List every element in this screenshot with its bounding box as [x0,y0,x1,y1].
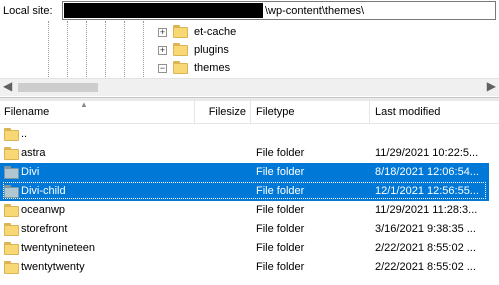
tree-guide-line [105,21,106,77]
scroll-thumb[interactable] [18,83,98,92]
tree-guide-line [67,21,68,77]
file-modified: 11/29/2021 10:22:5... [375,147,479,159]
folder-icon [4,166,19,179]
column-header-filename[interactable]: Filename [4,101,194,123]
file-list-header: ▲ Filename Filesize Filetype Last modifi… [0,100,499,124]
column-header-filetype[interactable]: Filetype [256,101,368,123]
table-row[interactable]: astra File folder 11/29/2021 10:22:5... [0,144,499,163]
file-type: File folder [256,242,305,254]
folder-icon [4,185,19,198]
tree-guide-line [143,21,144,77]
folder-icon [173,61,188,74]
tree-item-label: et-cache [194,26,237,38]
file-modified: 11/29/2021 11:28:3... [375,204,478,216]
folder-icon [4,223,19,236]
expand-icon[interactable]: + [158,28,167,37]
folder-icon [4,261,19,274]
table-row[interactable]: .. [0,125,499,144]
file-type: File folder [256,185,305,197]
file-name: Divi [21,166,40,178]
tree-item-label: plugins [194,44,229,56]
file-name: Divi-child [21,185,66,197]
folder-icon [4,147,19,160]
expand-icon[interactable]: + [158,46,167,55]
file-type: File folder [256,204,305,216]
file-modified: 12/1/2021 12:56:55... [375,185,479,197]
column-header-filesize[interactable]: Filesize [196,101,246,123]
scroll-right-arrow-icon[interactable]: ▶ [487,79,496,93]
file-name: astra [21,147,46,159]
tree-guide-line [124,21,125,77]
tree-guide-line [48,21,49,77]
tree-item-label: themes [194,62,231,74]
file-name: twentynineteen [21,242,95,254]
table-row[interactable]: oceanwp File folder 11/29/2021 11:28:3..… [0,201,499,220]
local-site-panel: Local site: \wp-content\themes\ + et-cac… [0,0,499,97]
folder-icon [4,128,19,141]
column-divider[interactable] [250,101,251,123]
table-row-selected[interactable]: Divi-child File folder 12/1/2021 12:56:5… [0,182,499,201]
table-row[interactable]: storefront File folder 3/16/2021 9:38:35… [0,220,499,239]
column-divider[interactable] [369,101,370,123]
column-divider[interactable] [194,101,195,123]
file-modified: 2/22/2021 8:55:02 ... [375,242,476,254]
file-modified: 3/16/2021 9:38:35 ... [375,223,476,235]
file-name: oceanwp [21,204,66,216]
table-row-selected[interactable]: Divi File folder 8/18/2021 12:06:54... [0,163,499,182]
table-row[interactable]: twentytwenty File folder 2/22/2021 8:55:… [0,258,499,277]
redacted-path-segment [64,3,263,18]
table-row[interactable]: twentynineteen File folder 2/22/2021 8:5… [0,239,499,258]
file-modified: 8/18/2021 12:06:54... [375,166,479,178]
local-site-path-input[interactable]: \wp-content\themes\ [62,1,496,20]
file-type: File folder [256,223,305,235]
tree-guide-line [86,21,87,77]
folder-icon [4,242,19,255]
folder-icon [4,204,19,217]
file-type: File folder [256,166,305,178]
folder-icon [173,25,188,38]
file-type: File folder [256,147,305,159]
file-name: storefront [21,223,68,235]
file-name: twentytwenty [21,261,85,273]
local-site-label: Local site: [3,5,53,17]
file-type: File folder [256,261,305,273]
local-site-path-text: \wp-content\themes\ [265,5,365,17]
file-name: .. [21,128,28,140]
file-modified: 2/22/2021 8:55:02 ... [375,261,476,273]
collapse-icon[interactable]: − [158,64,167,73]
folder-icon [173,43,188,56]
vertical-scroll-gutter [489,125,499,285]
scroll-left-arrow-icon[interactable]: ◀ [3,79,12,93]
file-list: .. astra File folder 11/29/2021 10:22:5.… [0,125,499,277]
column-header-last-modified[interactable]: Last modified [375,101,495,123]
horizontal-scrollbar[interactable]: ◀ ▶ [0,78,499,96]
